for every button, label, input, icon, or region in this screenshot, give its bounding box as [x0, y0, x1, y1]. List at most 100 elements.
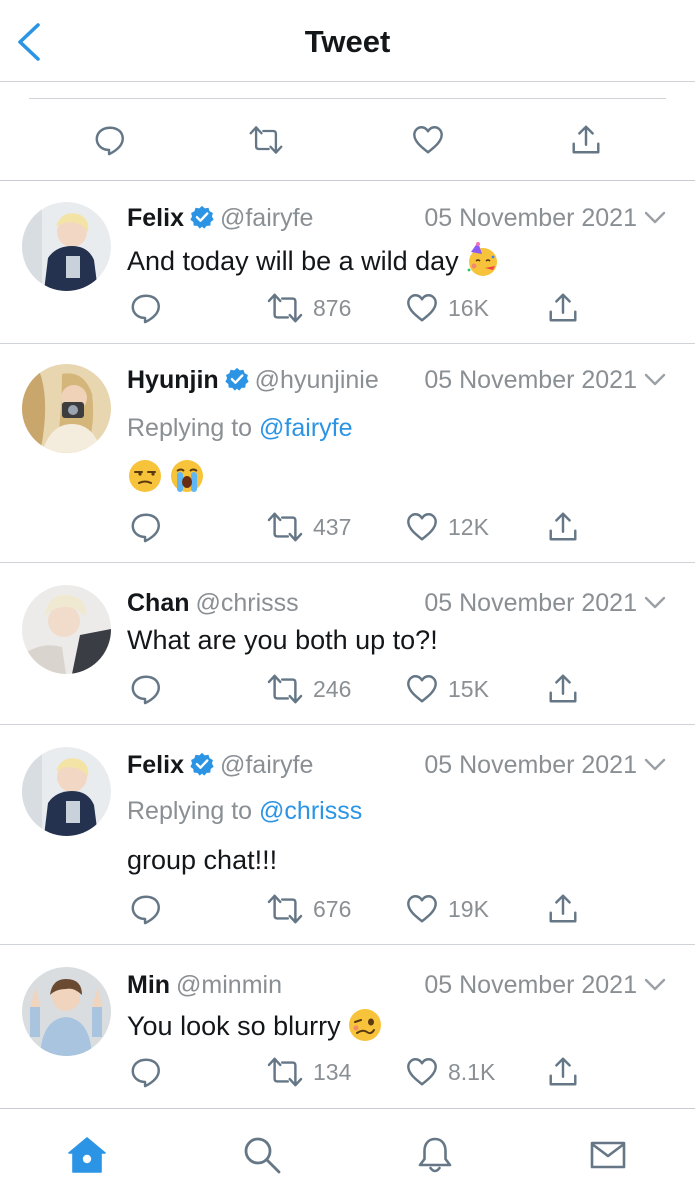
like-heart-icon — [405, 892, 439, 926]
avatar[interactable] — [22, 967, 111, 1056]
share-button[interactable] — [546, 509, 580, 545]
loudly-crying-face-emoji — [171, 460, 203, 492]
retweet-count: 676 — [313, 895, 352, 922]
verified-badge-icon — [190, 752, 214, 776]
retweet-icon — [266, 510, 304, 544]
like-count: 19K — [448, 895, 489, 922]
user-handle[interactable]: @hyunjinie — [255, 366, 379, 394]
reply-button[interactable] — [129, 891, 163, 927]
reply-mention-link[interactable]: @chrisss — [259, 797, 362, 825]
retweet-icon — [266, 672, 304, 706]
like-button[interactable]: 12K — [405, 509, 489, 545]
search-icon[interactable] — [240, 1133, 284, 1177]
tweet-date: 05 November 2021 — [424, 971, 637, 999]
tweet-date: 05 November 2021 — [424, 751, 637, 779]
retweet-button[interactable]: 134 — [266, 1054, 351, 1090]
reply-icon[interactable] — [92, 122, 128, 158]
replying-to-line: Replying to @chrisss — [127, 797, 362, 826]
reply-button[interactable] — [129, 671, 163, 707]
tweet-item[interactable]: Felix @fairyfe 05 November 2021 And today… — [0, 182, 695, 344]
avatar[interactable] — [22, 202, 111, 291]
notifications-bell-icon[interactable] — [413, 1133, 457, 1177]
replying-to-label: Replying to — [127, 414, 253, 442]
tweet-item[interactable]: Hyunjin @hyunjinie 05 November 2021 Reply… — [0, 344, 695, 563]
reply-button[interactable] — [129, 1054, 163, 1090]
like-heart-icon[interactable] — [410, 122, 446, 158]
divider — [29, 98, 666, 99]
retweet-icon — [266, 1055, 304, 1089]
like-button[interactable]: 16K — [405, 290, 489, 326]
chevron-down-icon[interactable] — [643, 208, 667, 228]
bottom-tab-bar — [0, 1108, 695, 1200]
avatar[interactable] — [22, 364, 111, 453]
verified-badge-icon — [190, 205, 214, 229]
focused-tweet-action-bar — [0, 82, 695, 181]
replying-to-label: Replying to — [127, 797, 253, 825]
retweet-button[interactable]: 437 — [266, 509, 351, 545]
tweet-item[interactable]: Felix @fairyfe 05 November 2021 Replying … — [0, 725, 695, 945]
like-heart-icon — [405, 510, 439, 544]
display-name[interactable]: Felix — [127, 751, 184, 779]
like-heart-icon — [405, 1055, 439, 1089]
verified-badge-icon — [225, 367, 249, 391]
chevron-down-icon[interactable] — [643, 593, 667, 613]
like-button[interactable]: 19K — [405, 891, 489, 927]
display-name[interactable]: Min — [127, 971, 170, 999]
chevron-down-icon[interactable] — [643, 975, 667, 995]
user-handle[interactable]: @fairyfe — [220, 751, 313, 779]
like-button[interactable]: 8.1K — [405, 1054, 495, 1090]
tweet-text: What are you both up to?! — [127, 625, 438, 655]
reply-button[interactable] — [129, 290, 163, 326]
like-count: 8.1K — [448, 1058, 496, 1085]
like-heart-icon — [405, 672, 439, 706]
retweet-button[interactable]: 246 — [266, 671, 351, 707]
retweet-button[interactable]: 876 — [266, 290, 351, 326]
top-nav-bar: Tweet — [0, 0, 695, 82]
tweet-item[interactable]: Min @minmin 05 November 2021 You look so … — [0, 945, 695, 1108]
reply-mention-link[interactable]: @fairyfe — [259, 414, 352, 442]
share-button[interactable] — [546, 290, 580, 326]
tweet-text: And today will be a wild day — [127, 246, 459, 276]
avatar[interactable] — [22, 585, 111, 674]
like-button[interactable]: 15K — [405, 671, 489, 707]
retweet-count: 876 — [313, 294, 352, 321]
tweet-text: You look so blurry — [127, 1011, 341, 1041]
page-title: Tweet — [304, 24, 391, 59]
retweet-icon — [266, 291, 304, 325]
chevron-down-icon[interactable] — [643, 370, 667, 390]
share-icon[interactable] — [568, 122, 604, 158]
tweet-date: 05 November 2021 — [424, 366, 637, 394]
like-heart-icon — [405, 291, 439, 325]
user-handle[interactable]: @minmin — [176, 971, 282, 999]
tweet-item[interactable]: Chan @chrisss 05 November 2021 What are y… — [0, 563, 695, 725]
retweet-count: 134 — [313, 1058, 352, 1085]
replying-to-line: Replying to @fairyfe — [127, 414, 353, 443]
retweet-icon[interactable] — [248, 122, 284, 158]
like-count: 12K — [448, 513, 489, 540]
home-icon[interactable] — [65, 1133, 109, 1177]
share-button[interactable] — [546, 671, 580, 707]
user-handle[interactable]: @fairyfe — [220, 204, 313, 232]
display-name[interactable]: Hyunjin — [127, 366, 219, 394]
unamused-face-emoji — [129, 460, 161, 492]
retweet-button[interactable]: 676 — [266, 891, 351, 927]
messages-mail-icon[interactable] — [586, 1133, 630, 1177]
tweet-date: 05 November 2021 — [424, 204, 637, 232]
reply-button[interactable] — [129, 509, 163, 545]
like-count: 15K — [448, 675, 489, 702]
like-count: 16K — [448, 294, 489, 321]
retweet-count: 437 — [313, 513, 352, 540]
retweet-count: 246 — [313, 675, 352, 702]
user-handle[interactable]: @chrisss — [196, 589, 299, 617]
woozy-face-emoji — [348, 1009, 381, 1041]
display-name[interactable]: Chan — [127, 589, 190, 617]
tweet-text: group chat!!! — [127, 845, 278, 875]
tweet-date: 05 November 2021 — [424, 589, 637, 617]
partying-face-emoji — [467, 242, 497, 276]
display-name[interactable]: Felix — [127, 204, 184, 232]
share-button[interactable] — [546, 1054, 580, 1090]
retweet-icon — [266, 892, 304, 926]
chevron-down-icon[interactable] — [643, 755, 667, 775]
share-button[interactable] — [546, 891, 580, 927]
avatar[interactable] — [22, 747, 111, 836]
